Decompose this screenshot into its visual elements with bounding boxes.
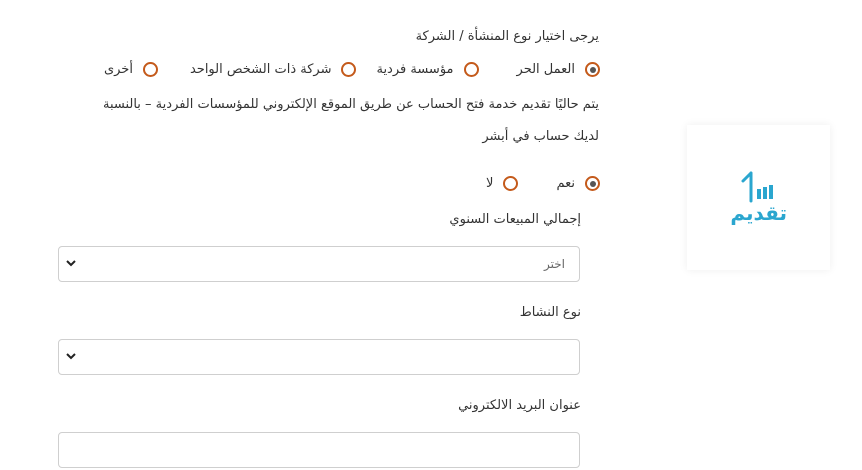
radio-label: شركة ذات الشخص الواحد: [189, 61, 332, 77]
entity-type-question: يرجى اختيار نوع المنشأة / الشركة: [415, 29, 599, 44]
info-text-line1: يتم حاليًا تقديم خدمة فتح الحساب عن طريق…: [102, 97, 599, 112]
radio-option-sole-proprietorship[interactable]: مؤسسة فردية: [376, 61, 479, 77]
chevron-down-icon: [66, 353, 76, 360]
radio-option-yes[interactable]: نعم: [556, 175, 600, 191]
radio-label: مؤسسة فردية: [376, 61, 454, 77]
absher-radio-group: نعم لا: [486, 171, 600, 195]
radio-option-single-person-company[interactable]: شركة ذات الشخص الواحد: [189, 61, 357, 77]
radio-label: العمل الحر: [516, 61, 575, 77]
radio-sole-proprietorship[interactable]: [463, 61, 479, 77]
entity-type-radio-group: العمل الحر مؤسسة فردية شركة ذات الشخص ال…: [104, 57, 600, 81]
radio-label: أخرى: [103, 61, 133, 77]
radio-single-person-company[interactable]: [341, 61, 357, 77]
radio-no[interactable]: [503, 175, 519, 191]
annual-sales-select[interactable]: اختر: [58, 246, 580, 282]
annual-sales-label: إجمالي المبيعات السنوي: [449, 212, 581, 227]
logo-card: تقديم: [687, 125, 830, 270]
radio-label: لا: [486, 175, 494, 191]
radio-freelance[interactable]: [585, 61, 600, 77]
radio-option-no[interactable]: لا: [486, 175, 519, 191]
email-label: عنوان البريد الالكتروني: [458, 398, 581, 413]
select-placeholder: اختر: [544, 257, 565, 271]
chevron-down-icon: [66, 260, 76, 267]
radio-label: نعم: [556, 175, 575, 191]
email-input[interactable]: [58, 432, 580, 468]
activity-type-select[interactable]: [58, 339, 580, 375]
radio-other[interactable]: [142, 61, 158, 77]
radio-option-other[interactable]: أخرى: [103, 61, 158, 77]
radio-yes[interactable]: [585, 175, 600, 191]
radio-option-freelance[interactable]: العمل الحر: [516, 61, 600, 77]
info-text-line2: لديك حساب في أبشر: [482, 129, 599, 144]
logo-text: تقديم: [730, 201, 787, 225]
activity-type-label: نوع النشاط: [519, 305, 581, 320]
